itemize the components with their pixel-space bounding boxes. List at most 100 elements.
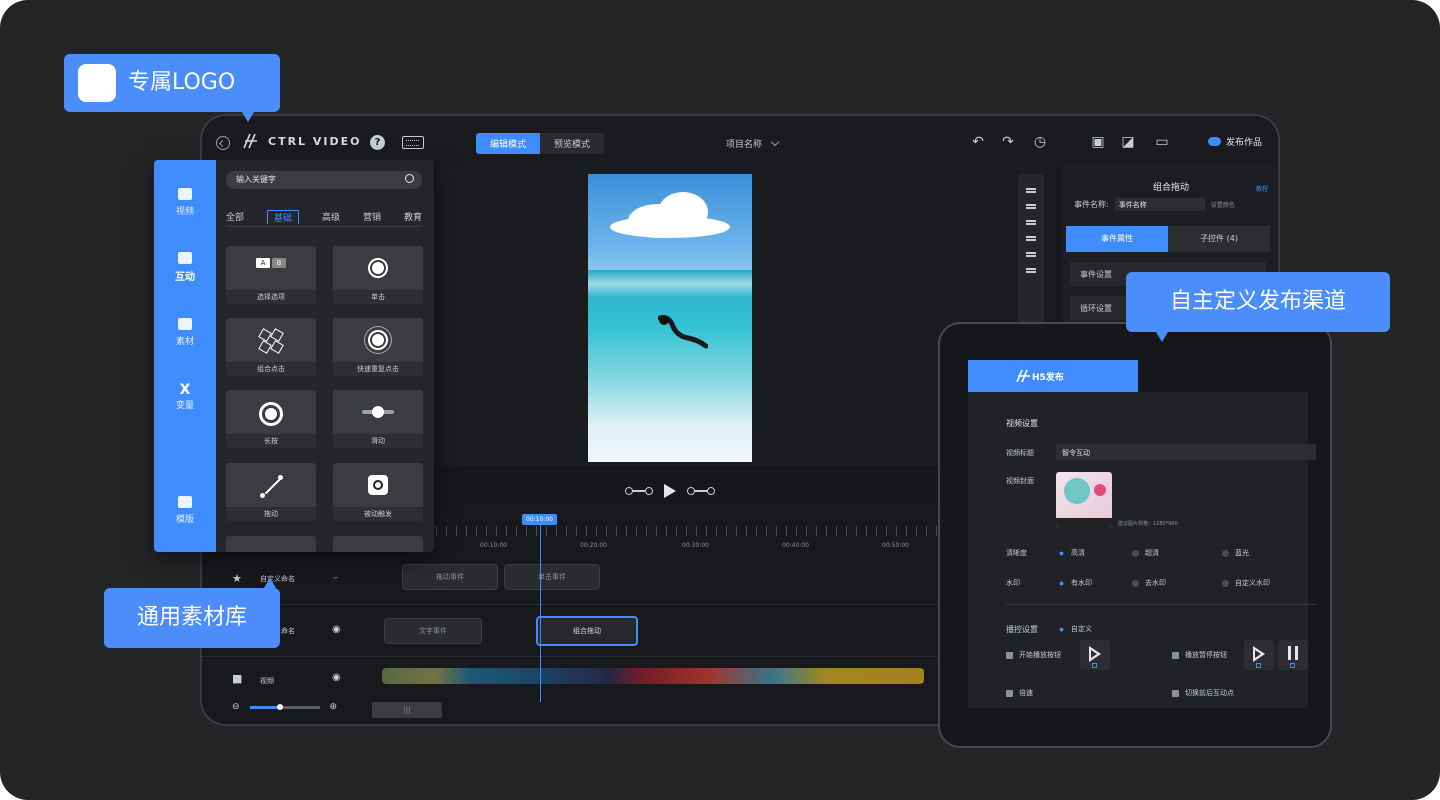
card-choice[interactable]: AB 选择选项 xyxy=(226,246,316,304)
zoom-in-icon[interactable]: ⊕ xyxy=(330,702,338,712)
callout-text: 专属LOGO xyxy=(128,70,236,95)
sidebar-item-material[interactable]: 素材 xyxy=(154,318,216,347)
playback-custom-radio[interactable]: 自定义 xyxy=(1058,624,1092,634)
cover-shape xyxy=(1094,484,1106,496)
tab-advanced[interactable]: 高级 xyxy=(322,210,340,224)
zoom-out-icon[interactable]: ⊖ xyxy=(232,702,240,712)
video-cover-label: 视频封面 xyxy=(1006,477,1034,485)
tab-preview-mode[interactable]: 预览模式 xyxy=(540,133,604,154)
align-center-icon[interactable] xyxy=(1026,268,1036,270)
align-middle-icon[interactable] xyxy=(1026,204,1036,206)
eye-icon[interactable]: ◉ xyxy=(332,624,341,635)
publish-button[interactable]: 发布作品 xyxy=(1208,135,1262,148)
cover-delete-bar[interactable] xyxy=(1056,518,1112,528)
trash-icon[interactable] xyxy=(1290,663,1295,668)
watermark-off-radio[interactable]: 去水印 xyxy=(1132,578,1166,588)
trash-icon[interactable] xyxy=(1092,663,1097,668)
aspect-ratio-icon[interactable]: ▭ xyxy=(1152,134,1172,150)
align-left-icon[interactable] xyxy=(1026,252,1036,254)
card-long-press[interactable]: 长按 xyxy=(226,390,316,448)
chip-combo-drag[interactable]: 组合拖动 xyxy=(536,616,638,646)
tab-marketing[interactable]: 营销 xyxy=(363,210,381,224)
set-color-link[interactable]: 设置颜色 xyxy=(1211,200,1235,209)
asset-library: 视频 互动 素材 X 变量 模版 输入关键字 全部 基础 高级 营销 教育 AB … xyxy=(154,160,434,552)
zoom-slider[interactable] xyxy=(249,703,320,710)
card-tap[interactable]: 单击 xyxy=(333,246,423,304)
redo-icon[interactable]: ↷ xyxy=(1000,134,1016,150)
distribute-icon[interactable] xyxy=(1026,236,1036,238)
tick-label: 00:20:00 xyxy=(580,542,607,549)
history-icon[interactable]: ◷ xyxy=(1032,134,1048,150)
quality-uhd-radio[interactable]: 超清 xyxy=(1132,548,1159,558)
undo-icon[interactable]: ↶ xyxy=(970,134,986,150)
video-filmstrip[interactable] xyxy=(382,668,924,684)
search-placeholder: 输入关键字 xyxy=(236,175,276,184)
timeline-scrollbar[interactable]: ||| xyxy=(372,702,442,718)
keyboard-icon[interactable] xyxy=(402,136,424,149)
card-combo-tap[interactable]: 组合点击 xyxy=(226,318,316,376)
previous-point-icon[interactable] xyxy=(625,487,653,495)
video-cover-thumbnail[interactable] xyxy=(1056,472,1112,528)
sidebar-item-video[interactable]: 视频 xyxy=(154,188,216,217)
sidebar-label: 视频 xyxy=(175,207,194,217)
next-point-icon[interactable] xyxy=(687,487,715,495)
playhead-line[interactable] xyxy=(540,524,541,702)
play-icon[interactable] xyxy=(664,484,676,498)
tab-edit-mode[interactable]: 编辑模式 xyxy=(476,133,541,154)
watermark-custom-radio[interactable]: 自定义水印 xyxy=(1222,578,1270,588)
pause-button-checkbox[interactable]: 播放暂停按钮 xyxy=(1172,650,1227,660)
chip-click-event[interactable]: 单击事件 xyxy=(504,564,600,590)
watermark-on-radio[interactable]: 有水印 xyxy=(1058,578,1092,588)
export-icon[interactable]: ◪ xyxy=(1120,134,1136,150)
play-button-preview[interactable] xyxy=(1244,640,1274,670)
chip-drag-event[interactable]: 拖动事件 xyxy=(402,564,498,590)
play-button-preview[interactable] xyxy=(1080,640,1110,670)
align-toolbar xyxy=(1018,174,1044,326)
card-more[interactable] xyxy=(333,536,423,552)
eye-icon[interactable]: ◉ xyxy=(332,672,341,683)
tab-all[interactable]: 全部 xyxy=(226,210,244,224)
tab-education[interactable]: 教育 xyxy=(404,210,422,224)
card-passive-trigger[interactable]: 被动触发 xyxy=(333,463,423,521)
card-rapid-tap[interactable]: 快速重复点击 xyxy=(333,318,423,376)
speed-checkbox[interactable]: 倍速 xyxy=(1006,688,1033,698)
chevron-down-icon xyxy=(770,137,780,147)
card-drag[interactable]: 拖动 xyxy=(226,463,316,521)
tab-sub-controls[interactable]: 子控件 (4) xyxy=(1168,226,1270,252)
video-title-field[interactable]: 智令互动 xyxy=(1056,444,1316,460)
project-selector[interactable]: 项目名称 xyxy=(726,137,780,150)
tab-event-properties[interactable]: 事件属性 xyxy=(1066,226,1168,252)
pause-button-preview[interactable] xyxy=(1278,640,1308,670)
publish-label: 发布作品 xyxy=(1226,138,1263,148)
sidebar-item-variable[interactable]: X 变量 xyxy=(154,382,216,411)
passive-trigger-icon xyxy=(368,475,388,495)
tab-basic[interactable]: 基础 xyxy=(266,210,299,224)
card-label: 组合点击 xyxy=(226,362,316,376)
card-swipe[interactable]: 滑动 xyxy=(333,390,423,448)
search-input[interactable]: 输入关键字 xyxy=(226,171,422,189)
checkbox-label: 开始播放按钮 xyxy=(1019,651,1061,659)
eye-hidden-icon[interactable]: ⌣ xyxy=(332,572,339,583)
card-more[interactable] xyxy=(226,536,316,552)
quality-hd-radio[interactable]: 高清 xyxy=(1058,548,1085,558)
play-icon xyxy=(1089,646,1101,662)
search-icon[interactable] xyxy=(405,174,414,183)
sidebar-item-template[interactable]: 模版 xyxy=(154,496,216,525)
align-top-icon[interactable] xyxy=(1026,188,1036,190)
save-icon[interactable]: ▣ xyxy=(1090,134,1106,150)
sidebar-item-interaction[interactable]: 互动 xyxy=(154,252,216,283)
switch-points-checkbox[interactable]: 切换前后互动点 xyxy=(1172,688,1234,698)
quality-bluray-radio[interactable]: 蓝光 xyxy=(1222,548,1249,558)
align-bottom-icon[interactable] xyxy=(1026,220,1036,222)
event-name-field[interactable]: 事件名称 xyxy=(1114,198,1205,211)
back-icon[interactable] xyxy=(216,136,230,150)
video-camera-icon: ■ xyxy=(232,672,243,685)
trash-icon[interactable] xyxy=(1256,663,1261,668)
video-preview[interactable] xyxy=(588,174,752,462)
tutorial-link[interactable]: 教程 xyxy=(1256,184,1268,193)
card-label: 滑动 xyxy=(333,434,423,448)
properties-title: 组合拖动 xyxy=(1152,183,1189,193)
question-icon[interactable]: ? xyxy=(370,135,385,150)
start-button-checkbox[interactable]: 开始播放按钮 xyxy=(1006,650,1061,660)
chip-text-event[interactable]: 文字事件 xyxy=(384,618,482,644)
